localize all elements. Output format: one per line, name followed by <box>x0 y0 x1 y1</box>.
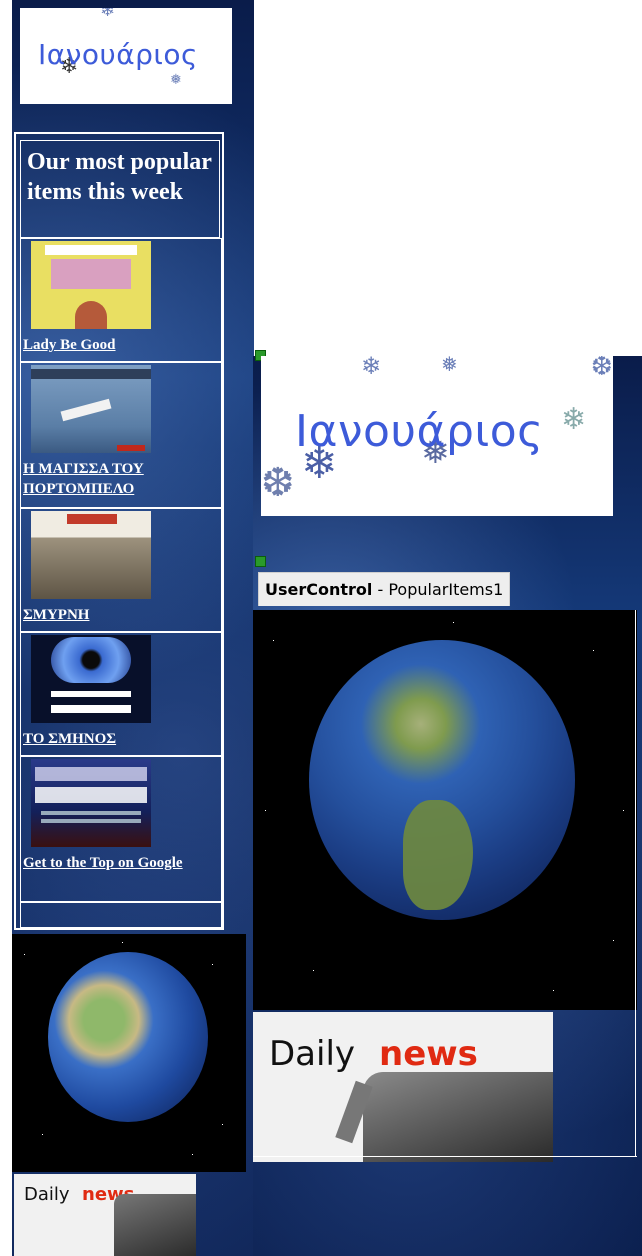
list-footer <box>20 902 222 928</box>
usercontrol-label-bold: UserControl <box>265 580 373 599</box>
logo-text: Ιανουάριος <box>38 38 198 71</box>
popular-items-heading-box: Our most popular items this week <box>20 140 220 238</box>
snowflake-icon: ❆ <box>591 356 613 382</box>
typewriter-icon <box>363 1072 553 1162</box>
popular-items-panel: Our most popular items this week Lady Be… <box>14 132 224 930</box>
item-link[interactable]: ΤΟ ΣΜΗΝΟΣ <box>23 729 116 749</box>
snowflake-icon: ❆ <box>261 460 295 506</box>
list-item: ΤΟ ΣΜΗΝΟΣ <box>20 632 222 756</box>
daily-news-banner[interactable]: Daily news <box>253 1012 553 1162</box>
list-item: Get to the Top on Google <box>20 756 222 902</box>
usercontrol-label-rest: - PopularItems1 <box>372 580 504 599</box>
snowflake-icon: ❄ <box>561 402 587 437</box>
book-cover-image[interactable] <box>31 511 151 599</box>
snowflake-icon: ❅ <box>170 72 182 88</box>
snowflake-icon: ❅ <box>441 356 458 376</box>
logo-text: Ιανουάριος <box>295 406 544 457</box>
snowflake-icon: ❄ <box>100 8 116 21</box>
book-cover-image[interactable] <box>31 759 151 847</box>
item-link[interactable]: Lady Be Good <box>23 335 116 355</box>
book-cover-image[interactable] <box>31 365 151 453</box>
daily-news-banner[interactable]: Daily news <box>14 1174 196 1256</box>
item-link[interactable]: Get to the Top on Google <box>23 853 183 873</box>
list-item: Lady Be Good <box>20 238 222 362</box>
earth-globe-icon <box>48 952 208 1122</box>
list-item: ΣΜΥΡΝΗ <box>20 508 222 632</box>
usercontrol-right-border <box>635 610 636 1156</box>
book-cover-image[interactable] <box>31 241 151 329</box>
news-word: news <box>379 1034 478 1074</box>
typewriter-icon <box>114 1194 196 1256</box>
snowflake-icon: ❄ <box>361 356 382 380</box>
list-item: Η ΜΑΓΙΣΣΑ ΤΟΥ ΠΟΡΤΟΜΠΕΛΟ <box>20 362 222 508</box>
book-cover-image[interactable] <box>31 635 151 723</box>
usercontrol-marker-icon <box>255 556 266 567</box>
item-link[interactable]: ΣΜΥΡΝΗ <box>23 605 89 625</box>
popular-items-heading: Our most popular items this week <box>27 149 212 205</box>
usercontrol-bottom-border <box>253 1156 637 1157</box>
earth-globe-image <box>12 934 246 1172</box>
daily-word: Daily <box>269 1034 356 1074</box>
earth-globe-image <box>253 610 637 1010</box>
left-column: ❄ ❄ ❅ Ιανουάριος Our most popular items … <box>12 0 254 1256</box>
item-link[interactable]: Η ΜΑΓΙΣΣΑ ΤΟΥ ΠΟΡΤΟΜΠΕΛΟ <box>23 459 193 499</box>
january-logo: ❄ ❄ ❅ Ιανουάριος <box>20 8 232 104</box>
january-logo-large: ❄ ❅ ❆ ❄ ❅ ❆ ❄ Ιανουάριος <box>261 356 613 516</box>
daily-word: Daily <box>24 1184 70 1205</box>
right-column: ❄ ❅ ❆ ❄ ❅ ❆ ❄ Ιανουάριος UserControl - P… <box>253 350 642 1256</box>
usercontrol-label: UserControl - PopularItems1 <box>258 572 511 606</box>
